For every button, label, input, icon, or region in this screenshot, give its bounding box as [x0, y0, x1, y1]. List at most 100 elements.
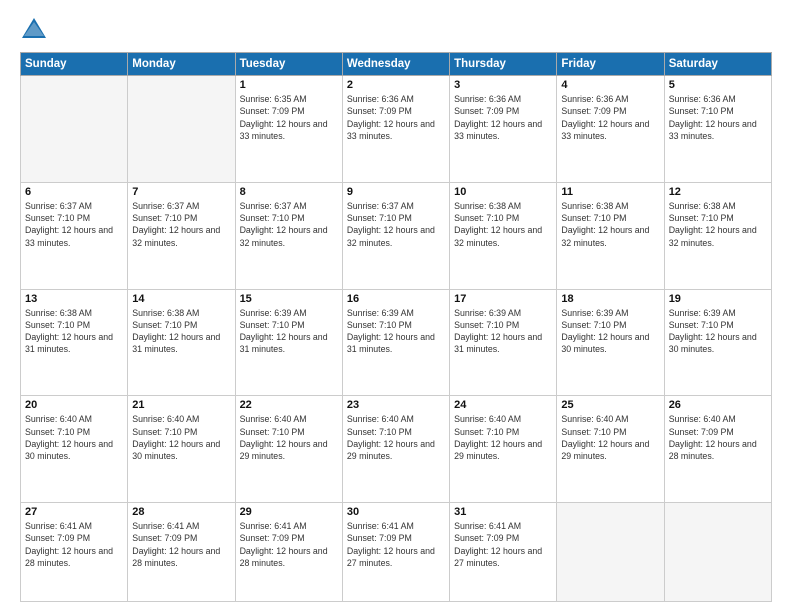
day-number: 3	[454, 79, 552, 91]
calendar-cell: 17 Sunrise: 6:39 AM Sunset: 7:10 PM Dayli…	[450, 289, 557, 396]
day-number: 15	[240, 293, 338, 305]
calendar-cell	[557, 503, 664, 602]
calendar-cell: 12Sunrise: 6:38 AM Sunset: 7:10 PM Dayli…	[664, 182, 771, 289]
calendar-cell: 20 Sunrise: 6:40 AM Sunset: 7:10 PM Dayli…	[21, 396, 128, 503]
calendar-cell: 10 Sunrise: 6:38 AM Sunset: 7:10 PM Dayli…	[450, 182, 557, 289]
day-of-week-monday: Monday	[128, 53, 235, 76]
day-number: 16	[347, 293, 445, 305]
day-number: 10	[454, 186, 552, 198]
calendar-week-3: 13 Sunrise: 6:38 AM Sunset: 7:10 PM Dayli…	[21, 289, 772, 396]
day-number: 29	[240, 506, 338, 518]
calendar-cell: 22 Sunrise: 6:40 AM Sunset: 7:10 PM Dayli…	[235, 396, 342, 503]
day-info: Sunrise: 6:40 AM Sunset: 7:09 PM Dayligh…	[669, 413, 767, 462]
day-info: Sunrise: 6:36 AM Sunset: 7:09 PM Dayligh…	[347, 93, 445, 142]
calendar-cell: 4 Sunrise: 6:36 AM Sunset: 7:09 PM Daylig…	[557, 76, 664, 183]
day-number: 12	[669, 186, 767, 198]
logo-icon	[20, 16, 48, 44]
calendar-cell: 28 Sunrise: 6:41 AM Sunset: 7:09 PM Dayli…	[128, 503, 235, 602]
calendar-cell: 3 Sunrise: 6:36 AM Sunset: 7:09 PM Daylig…	[450, 76, 557, 183]
calendar-header-row: SundayMondayTuesdayWednesdayThursdayFrid…	[21, 53, 772, 76]
day-info: Sunrise: 6:41 AM Sunset: 7:09 PM Dayligh…	[25, 520, 123, 569]
day-number: 14	[132, 293, 230, 305]
day-info: Sunrise: 6:38 AM Sunset: 7:10 PM Dayligh…	[454, 200, 552, 249]
day-number: 22	[240, 399, 338, 411]
day-info: Sunrise: 6:37 AM Sunset: 7:10 PM Dayligh…	[25, 200, 123, 249]
day-number: 13	[25, 293, 123, 305]
day-number: 9	[347, 186, 445, 198]
header	[20, 16, 772, 44]
calendar-week-2: 6Sunrise: 6:37 AM Sunset: 7:10 PM Daylig…	[21, 182, 772, 289]
day-info: Sunrise: 6:41 AM Sunset: 7:09 PM Dayligh…	[240, 520, 338, 569]
calendar-cell: 29 Sunrise: 6:41 AM Sunset: 7:09 PM Dayli…	[235, 503, 342, 602]
calendar-cell: 18 Sunrise: 6:39 AM Sunset: 7:10 PM Dayli…	[557, 289, 664, 396]
day-of-week-thursday: Thursday	[450, 53, 557, 76]
calendar-cell: 27Sunrise: 6:41 AM Sunset: 7:09 PM Dayli…	[21, 503, 128, 602]
day-info: Sunrise: 6:37 AM Sunset: 7:10 PM Dayligh…	[240, 200, 338, 249]
calendar-cell: 7 Sunrise: 6:37 AM Sunset: 7:10 PM Daylig…	[128, 182, 235, 289]
day-info: Sunrise: 6:39 AM Sunset: 7:10 PM Dayligh…	[454, 307, 552, 356]
day-number: 23	[347, 399, 445, 411]
day-number: 1	[240, 79, 338, 91]
day-of-week-wednesday: Wednesday	[342, 53, 449, 76]
day-info: Sunrise: 6:40 AM Sunset: 7:10 PM Dayligh…	[347, 413, 445, 462]
calendar-cell: 1 Sunrise: 6:35 AM Sunset: 7:09 PM Daylig…	[235, 76, 342, 183]
day-info: Sunrise: 6:36 AM Sunset: 7:10 PM Dayligh…	[669, 93, 767, 142]
day-info: Sunrise: 6:39 AM Sunset: 7:10 PM Dayligh…	[669, 307, 767, 356]
calendar-cell: 2 Sunrise: 6:36 AM Sunset: 7:09 PM Daylig…	[342, 76, 449, 183]
day-info: Sunrise: 6:37 AM Sunset: 7:10 PM Dayligh…	[132, 200, 230, 249]
day-info: Sunrise: 6:39 AM Sunset: 7:10 PM Dayligh…	[561, 307, 659, 356]
day-info: Sunrise: 6:36 AM Sunset: 7:09 PM Dayligh…	[454, 93, 552, 142]
day-info: Sunrise: 6:40 AM Sunset: 7:10 PM Dayligh…	[25, 413, 123, 462]
calendar-cell: 15 Sunrise: 6:39 AM Sunset: 7:10 PM Dayli…	[235, 289, 342, 396]
calendar-cell: 5 Sunrise: 6:36 AM Sunset: 7:10 PM Daylig…	[664, 76, 771, 183]
day-number: 18	[561, 293, 659, 305]
day-number: 28	[132, 506, 230, 518]
day-info: Sunrise: 6:41 AM Sunset: 7:09 PM Dayligh…	[347, 520, 445, 569]
calendar-cell: 24Sunrise: 6:40 AM Sunset: 7:10 PM Dayli…	[450, 396, 557, 503]
calendar-cell: 16 Sunrise: 6:39 AM Sunset: 7:10 PM Dayli…	[342, 289, 449, 396]
calendar-week-4: 20 Sunrise: 6:40 AM Sunset: 7:10 PM Dayli…	[21, 396, 772, 503]
logo	[20, 16, 52, 44]
day-number: 19	[669, 293, 767, 305]
day-info: Sunrise: 6:38 AM Sunset: 7:10 PM Dayligh…	[25, 307, 123, 356]
calendar-cell: 23 Sunrise: 6:40 AM Sunset: 7:10 PM Dayli…	[342, 396, 449, 503]
calendar-cell: 14 Sunrise: 6:38 AM Sunset: 7:10 PM Dayli…	[128, 289, 235, 396]
day-info: Sunrise: 6:35 AM Sunset: 7:09 PM Dayligh…	[240, 93, 338, 142]
calendar-cell: 21 Sunrise: 6:40 AM Sunset: 7:10 PM Dayli…	[128, 396, 235, 503]
day-info: Sunrise: 6:39 AM Sunset: 7:10 PM Dayligh…	[347, 307, 445, 356]
calendar-cell: 11Sunrise: 6:38 AM Sunset: 7:10 PM Dayli…	[557, 182, 664, 289]
day-number: 17	[454, 293, 552, 305]
day-number: 7	[132, 186, 230, 198]
day-number: 11	[561, 186, 659, 198]
day-info: Sunrise: 6:39 AM Sunset: 7:10 PM Dayligh…	[240, 307, 338, 356]
day-number: 2	[347, 79, 445, 91]
day-number: 4	[561, 79, 659, 91]
day-info: Sunrise: 6:38 AM Sunset: 7:10 PM Dayligh…	[132, 307, 230, 356]
day-info: Sunrise: 6:40 AM Sunset: 7:10 PM Dayligh…	[240, 413, 338, 462]
calendar-table: SundayMondayTuesdayWednesdayThursdayFrid…	[20, 52, 772, 602]
page: SundayMondayTuesdayWednesdayThursdayFrid…	[0, 0, 792, 612]
calendar-cell	[664, 503, 771, 602]
day-of-week-saturday: Saturday	[664, 53, 771, 76]
calendar-week-1: 1 Sunrise: 6:35 AM Sunset: 7:09 PM Daylig…	[21, 76, 772, 183]
day-info: Sunrise: 6:40 AM Sunset: 7:10 PM Dayligh…	[454, 413, 552, 462]
calendar-cell: 6Sunrise: 6:37 AM Sunset: 7:10 PM Daylig…	[21, 182, 128, 289]
calendar-cell: 19 Sunrise: 6:39 AM Sunset: 7:10 PM Dayli…	[664, 289, 771, 396]
day-number: 20	[25, 399, 123, 411]
day-number: 25	[561, 399, 659, 411]
calendar-cell: 8Sunrise: 6:37 AM Sunset: 7:10 PM Daylig…	[235, 182, 342, 289]
calendar-week-5: 27Sunrise: 6:41 AM Sunset: 7:09 PM Dayli…	[21, 503, 772, 602]
calendar-cell	[21, 76, 128, 183]
day-info: Sunrise: 6:41 AM Sunset: 7:09 PM Dayligh…	[132, 520, 230, 569]
day-info: Sunrise: 6:41 AM Sunset: 7:09 PM Dayligh…	[454, 520, 552, 569]
day-info: Sunrise: 6:40 AM Sunset: 7:10 PM Dayligh…	[132, 413, 230, 462]
day-of-week-sunday: Sunday	[21, 53, 128, 76]
day-info: Sunrise: 6:37 AM Sunset: 7:10 PM Dayligh…	[347, 200, 445, 249]
day-of-week-friday: Friday	[557, 53, 664, 76]
day-number: 21	[132, 399, 230, 411]
day-info: Sunrise: 6:36 AM Sunset: 7:09 PM Dayligh…	[561, 93, 659, 142]
calendar-cell: 26 Sunrise: 6:40 AM Sunset: 7:09 PM Dayli…	[664, 396, 771, 503]
day-number: 5	[669, 79, 767, 91]
day-number: 26	[669, 399, 767, 411]
day-of-week-tuesday: Tuesday	[235, 53, 342, 76]
